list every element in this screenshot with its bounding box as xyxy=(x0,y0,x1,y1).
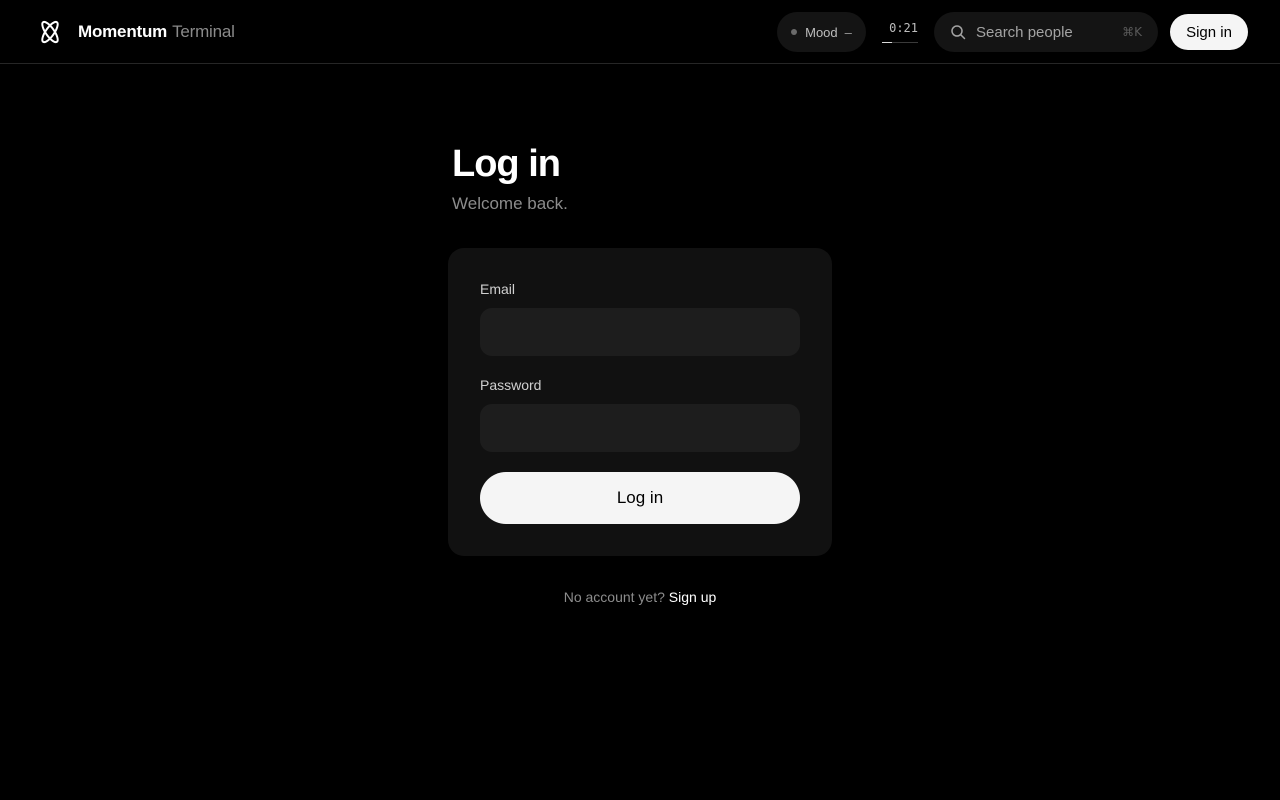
password-field[interactable] xyxy=(480,404,800,452)
password-label: Password xyxy=(480,377,542,393)
search-shortcut-hint: ⌘K xyxy=(1122,25,1142,39)
brand-name: Momentum xyxy=(78,22,168,41)
page-title: Log in xyxy=(452,143,561,185)
timer-text: 0:21 xyxy=(889,21,918,35)
signup-prompt-text: No account yet? xyxy=(563,589,665,605)
email-field[interactable] xyxy=(480,308,800,356)
sign-in-button[interactable]: Sign in xyxy=(1170,14,1248,50)
email-label: Email xyxy=(480,281,516,297)
session-timer: 0:21 xyxy=(882,20,918,44)
log-in-button[interactable]: Log in xyxy=(480,472,800,524)
timer-progress-fill xyxy=(882,42,893,43)
mood-selector[interactable]: Mood – xyxy=(777,12,866,52)
search-icon xyxy=(951,25,966,40)
page-subtitle: Welcome back. xyxy=(452,194,568,213)
atom-icon xyxy=(41,20,59,44)
brand[interactable]: Momentum Terminal xyxy=(36,17,235,47)
login-form: Email Password Log in xyxy=(448,248,832,556)
top-bar: Momentum Terminal Mood – 0:21 ⌘K Sign in xyxy=(0,0,1280,64)
mood-label: Mood xyxy=(805,24,838,40)
search-bar[interactable]: ⌘K xyxy=(934,12,1158,52)
mood-status-dot xyxy=(791,29,798,35)
signup-prompt: No account yet? Sign up xyxy=(0,589,1280,605)
sign-up-link[interactable]: Sign up xyxy=(669,589,716,605)
mood-value: – xyxy=(844,24,852,40)
brand-subtitle: Terminal xyxy=(172,22,235,41)
timer-progress-track xyxy=(882,42,918,43)
search-input[interactable] xyxy=(976,23,1123,41)
